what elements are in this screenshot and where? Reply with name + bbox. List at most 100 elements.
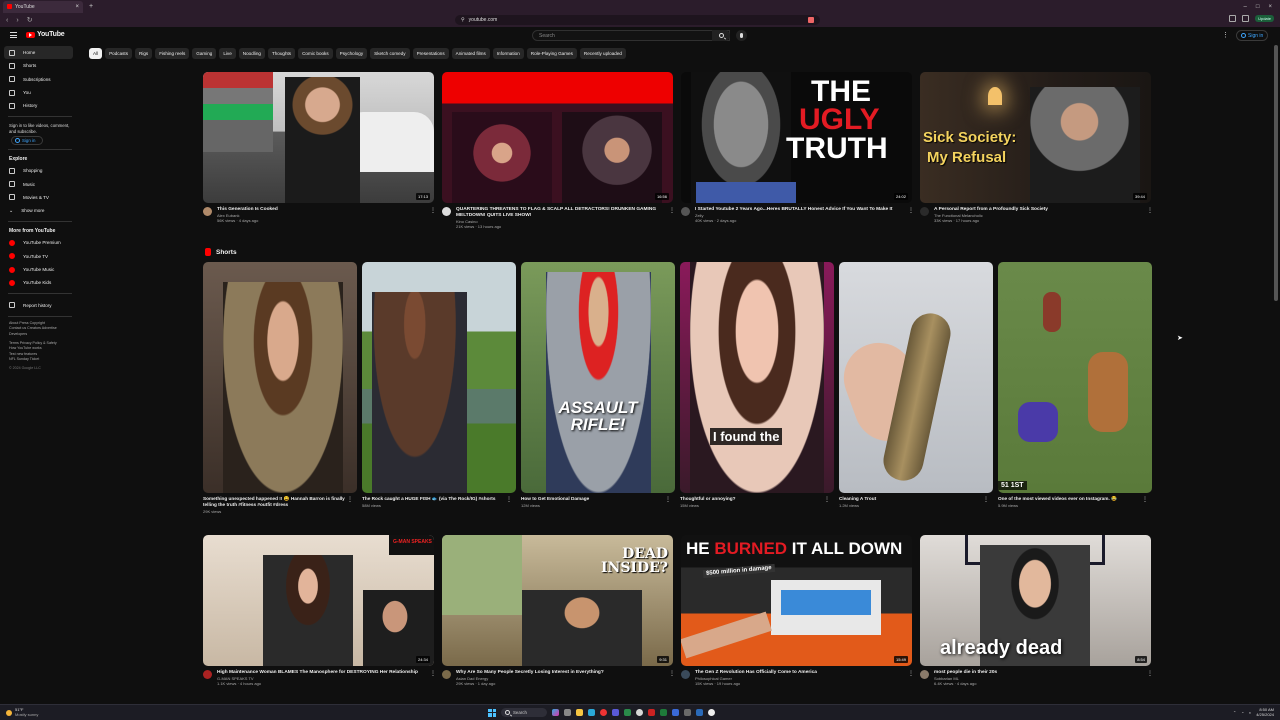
channel-avatar[interactable] bbox=[442, 670, 451, 679]
sidebar-item-subscriptions[interactable]: Subscriptions bbox=[0, 73, 80, 86]
search-button[interactable] bbox=[712, 30, 730, 41]
app-icon[interactable] bbox=[648, 709, 655, 716]
wifi-icon[interactable]: ◔ bbox=[1241, 710, 1243, 715]
short-title[interactable]: Something unexpected happened !! 😩 Hanna… bbox=[203, 496, 357, 508]
app-icon[interactable] bbox=[612, 709, 619, 716]
video-thumbnail[interactable]: already dead 8:54 bbox=[920, 535, 1151, 666]
new-tab-icon[interactable]: + bbox=[89, 3, 93, 10]
video-thumbnail[interactable]: Sick Society: My Refusal 39:44 bbox=[920, 72, 1151, 203]
more-actions-icon[interactable]: ⋮ bbox=[1147, 207, 1153, 214]
channel-avatar[interactable] bbox=[203, 207, 212, 216]
edge-browser-icon[interactable] bbox=[588, 709, 595, 716]
search-input[interactable]: Search bbox=[532, 30, 730, 41]
video-title[interactable]: QUARTERING THREATENS TO FLAG & SCALP ALL… bbox=[456, 207, 673, 219]
chip-all[interactable]: All bbox=[89, 48, 103, 59]
more-actions-icon[interactable]: ⋮ bbox=[669, 670, 675, 677]
short-thumbnail[interactable]: 51 1ST bbox=[998, 262, 1152, 493]
short-card[interactable]: ASSAULT RIFLE! How to Get Emotional Dama… bbox=[521, 262, 675, 508]
channel-avatar[interactable] bbox=[203, 670, 212, 679]
more-actions-icon[interactable]: ⋮ bbox=[1142, 496, 1148, 503]
short-thumbnail[interactable] bbox=[839, 262, 993, 493]
more-actions-icon[interactable]: ⋮ bbox=[1147, 670, 1153, 677]
sidebar-item-home[interactable]: Home bbox=[4, 46, 73, 60]
video-card[interactable]: 17:13 This Generation Is Cooked Alex Euba… bbox=[203, 72, 436, 224]
site-info-icon[interactable]: ⚲ bbox=[461, 17, 465, 23]
chip-recently-uploaded[interactable]: Recently uploaded bbox=[579, 48, 626, 59]
file-explorer-icon[interactable] bbox=[576, 709, 583, 716]
app-icon[interactable] bbox=[660, 709, 667, 716]
channel-avatar[interactable] bbox=[920, 670, 929, 679]
short-card[interactable]: I found the Thoughtful or annoying? 15M … bbox=[680, 262, 834, 508]
short-card[interactable]: The Rock caught a HUGE FISH 🐟 (via The R… bbox=[362, 262, 516, 508]
forward-icon[interactable]: › bbox=[16, 17, 18, 24]
more-actions-icon[interactable]: ⋮ bbox=[908, 670, 914, 677]
sidebar-item-shopping[interactable]: Shopping bbox=[0, 164, 80, 177]
start-windows-icon[interactable] bbox=[488, 708, 496, 717]
short-thumbnail[interactable]: I found the bbox=[680, 262, 834, 493]
video-card[interactable]: already dead 8:54 most people die in the… bbox=[920, 535, 1153, 687]
back-icon[interactable]: ‹ bbox=[6, 17, 8, 24]
reload-icon[interactable]: ↻ bbox=[27, 16, 33, 24]
app-icon[interactable] bbox=[636, 709, 643, 716]
taskbar-search[interactable]: Search bbox=[501, 708, 547, 717]
app-icon[interactable] bbox=[708, 709, 715, 716]
video-title[interactable]: High Maintenance Woman BLAMES The Manosp… bbox=[217, 670, 434, 676]
video-title[interactable]: I Started Youtube 2 Years Ago...Heres BR… bbox=[695, 207, 912, 213]
chip-role-playing-games[interactable]: Role-Playing Games bbox=[526, 48, 577, 59]
more-actions-icon[interactable]: ⋮ bbox=[506, 496, 512, 503]
chip-noodling[interactable]: Noodling bbox=[238, 48, 265, 59]
browser-icon[interactable] bbox=[600, 709, 607, 716]
sidebar-item-youtube-kids[interactable]: YouTube Kids bbox=[0, 276, 80, 289]
video-card[interactable]: G-MAN SPEAKS 24:34 High Maintenance Woma… bbox=[203, 535, 436, 687]
video-thumbnail[interactable]: G-MAN SPEAKS 24:34 bbox=[203, 535, 434, 666]
voice-search-button[interactable] bbox=[736, 30, 747, 41]
chip-fishing-reels[interactable]: Fishing reels bbox=[155, 48, 190, 59]
close-tab-icon[interactable]: × bbox=[75, 4, 79, 10]
chip-comic-books[interactable]: Comic books bbox=[298, 48, 333, 59]
minimize-icon[interactable]: – bbox=[1244, 4, 1247, 10]
channel-avatar[interactable] bbox=[442, 207, 451, 216]
video-thumbnail[interactable]: THE UGLY TRUTH 24:02 bbox=[681, 72, 912, 203]
page-scrollbar[interactable] bbox=[1274, 45, 1278, 301]
chip-rigs[interactable]: Rigs bbox=[135, 48, 153, 59]
sidebar-item-youtube-premium[interactable]: YouTube Premium bbox=[0, 236, 80, 249]
short-title[interactable]: Cleaning A Trout bbox=[839, 496, 993, 502]
more-actions-icon[interactable]: ⋮ bbox=[665, 496, 671, 503]
chip-animated-films[interactable]: Animated films bbox=[451, 48, 490, 59]
profile-icon[interactable] bbox=[1242, 15, 1250, 22]
sidebar-item-report-history[interactable]: Report history bbox=[0, 298, 80, 311]
footer-links[interactable]: NFL Sunday Ticket bbox=[0, 357, 80, 363]
video-thumbnail[interactable]: HE BURNED IT ALL DOWN $500 million in da… bbox=[681, 535, 912, 666]
extension-icon[interactable] bbox=[808, 17, 814, 23]
chip-podcasts[interactable]: Podcasts bbox=[105, 48, 133, 59]
more-actions-icon[interactable]: ⋮ bbox=[347, 496, 353, 503]
app-icon[interactable] bbox=[696, 709, 703, 716]
sidebar-toggle-icon[interactable] bbox=[1229, 15, 1237, 22]
settings-menu-icon[interactable]: ⋮ bbox=[1222, 31, 1229, 39]
app-icon[interactable] bbox=[624, 709, 631, 716]
task-view-icon[interactable] bbox=[564, 709, 571, 716]
app-icon[interactable] bbox=[672, 709, 679, 716]
short-title[interactable]: One of the most viewed videos ever on In… bbox=[998, 496, 1152, 502]
chip-information[interactable]: Information bbox=[492, 48, 524, 59]
short-title[interactable]: Thoughtful or annoying? bbox=[680, 496, 834, 502]
sidebar-item-movies-tv[interactable]: Movies & TV bbox=[0, 191, 80, 204]
short-thumbnail[interactable] bbox=[362, 262, 516, 493]
sidebar-sign-in-button[interactable]: Sign in bbox=[11, 136, 43, 146]
sidebar-item-you[interactable]: You bbox=[0, 86, 80, 99]
url-field[interactable]: ⚲ youtube.com bbox=[455, 15, 820, 25]
short-card[interactable]: Cleaning A Trout 1.2M views ⋮ bbox=[839, 262, 993, 508]
maximize-icon[interactable]: □ bbox=[1256, 4, 1260, 10]
video-card[interactable]: HE BURNED IT ALL DOWN $500 million in da… bbox=[681, 535, 914, 687]
update-button[interactable]: Update bbox=[1255, 15, 1274, 22]
weather-widget[interactable]: 51°F Mostly sunny bbox=[6, 707, 38, 717]
copilot-icon[interactable] bbox=[552, 709, 559, 716]
more-actions-icon[interactable]: ⋮ bbox=[824, 496, 830, 503]
short-card[interactable]: 51 1ST One of the most viewed videos eve… bbox=[998, 262, 1152, 508]
short-thumbnail[interactable] bbox=[203, 262, 357, 493]
more-actions-icon[interactable]: ⋮ bbox=[908, 207, 914, 214]
video-thumbnail[interactable]: DEAD INSIDE? 9:31 bbox=[442, 535, 673, 666]
more-actions-icon[interactable]: ⋮ bbox=[430, 207, 436, 214]
sign-in-button[interactable]: Sign in bbox=[1236, 30, 1269, 41]
video-card[interactable]: Sick Society: My Refusal 39:44 A Persona… bbox=[920, 72, 1153, 224]
